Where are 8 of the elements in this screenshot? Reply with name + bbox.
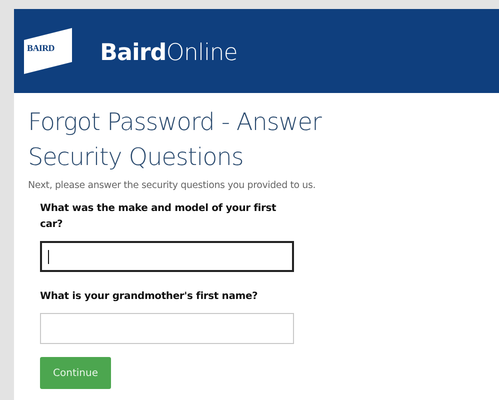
page-title: Forgot Password - Answer Security Questions: [28, 107, 323, 173]
question-label: What is your grandmother's first name?: [40, 290, 259, 304]
intro-text: Next, please answer the security questions you provided to us.: [28, 180, 317, 191]
brand-name: BairdOnline: [100, 40, 238, 66]
continue-button[interactable]: Continue: [40, 357, 111, 389]
answer-field[interactable]: [40, 241, 294, 272]
logo-icon: BAIRD: [24, 28, 74, 74]
question-label: What was the make and model of your first car?: [40, 202, 278, 232]
